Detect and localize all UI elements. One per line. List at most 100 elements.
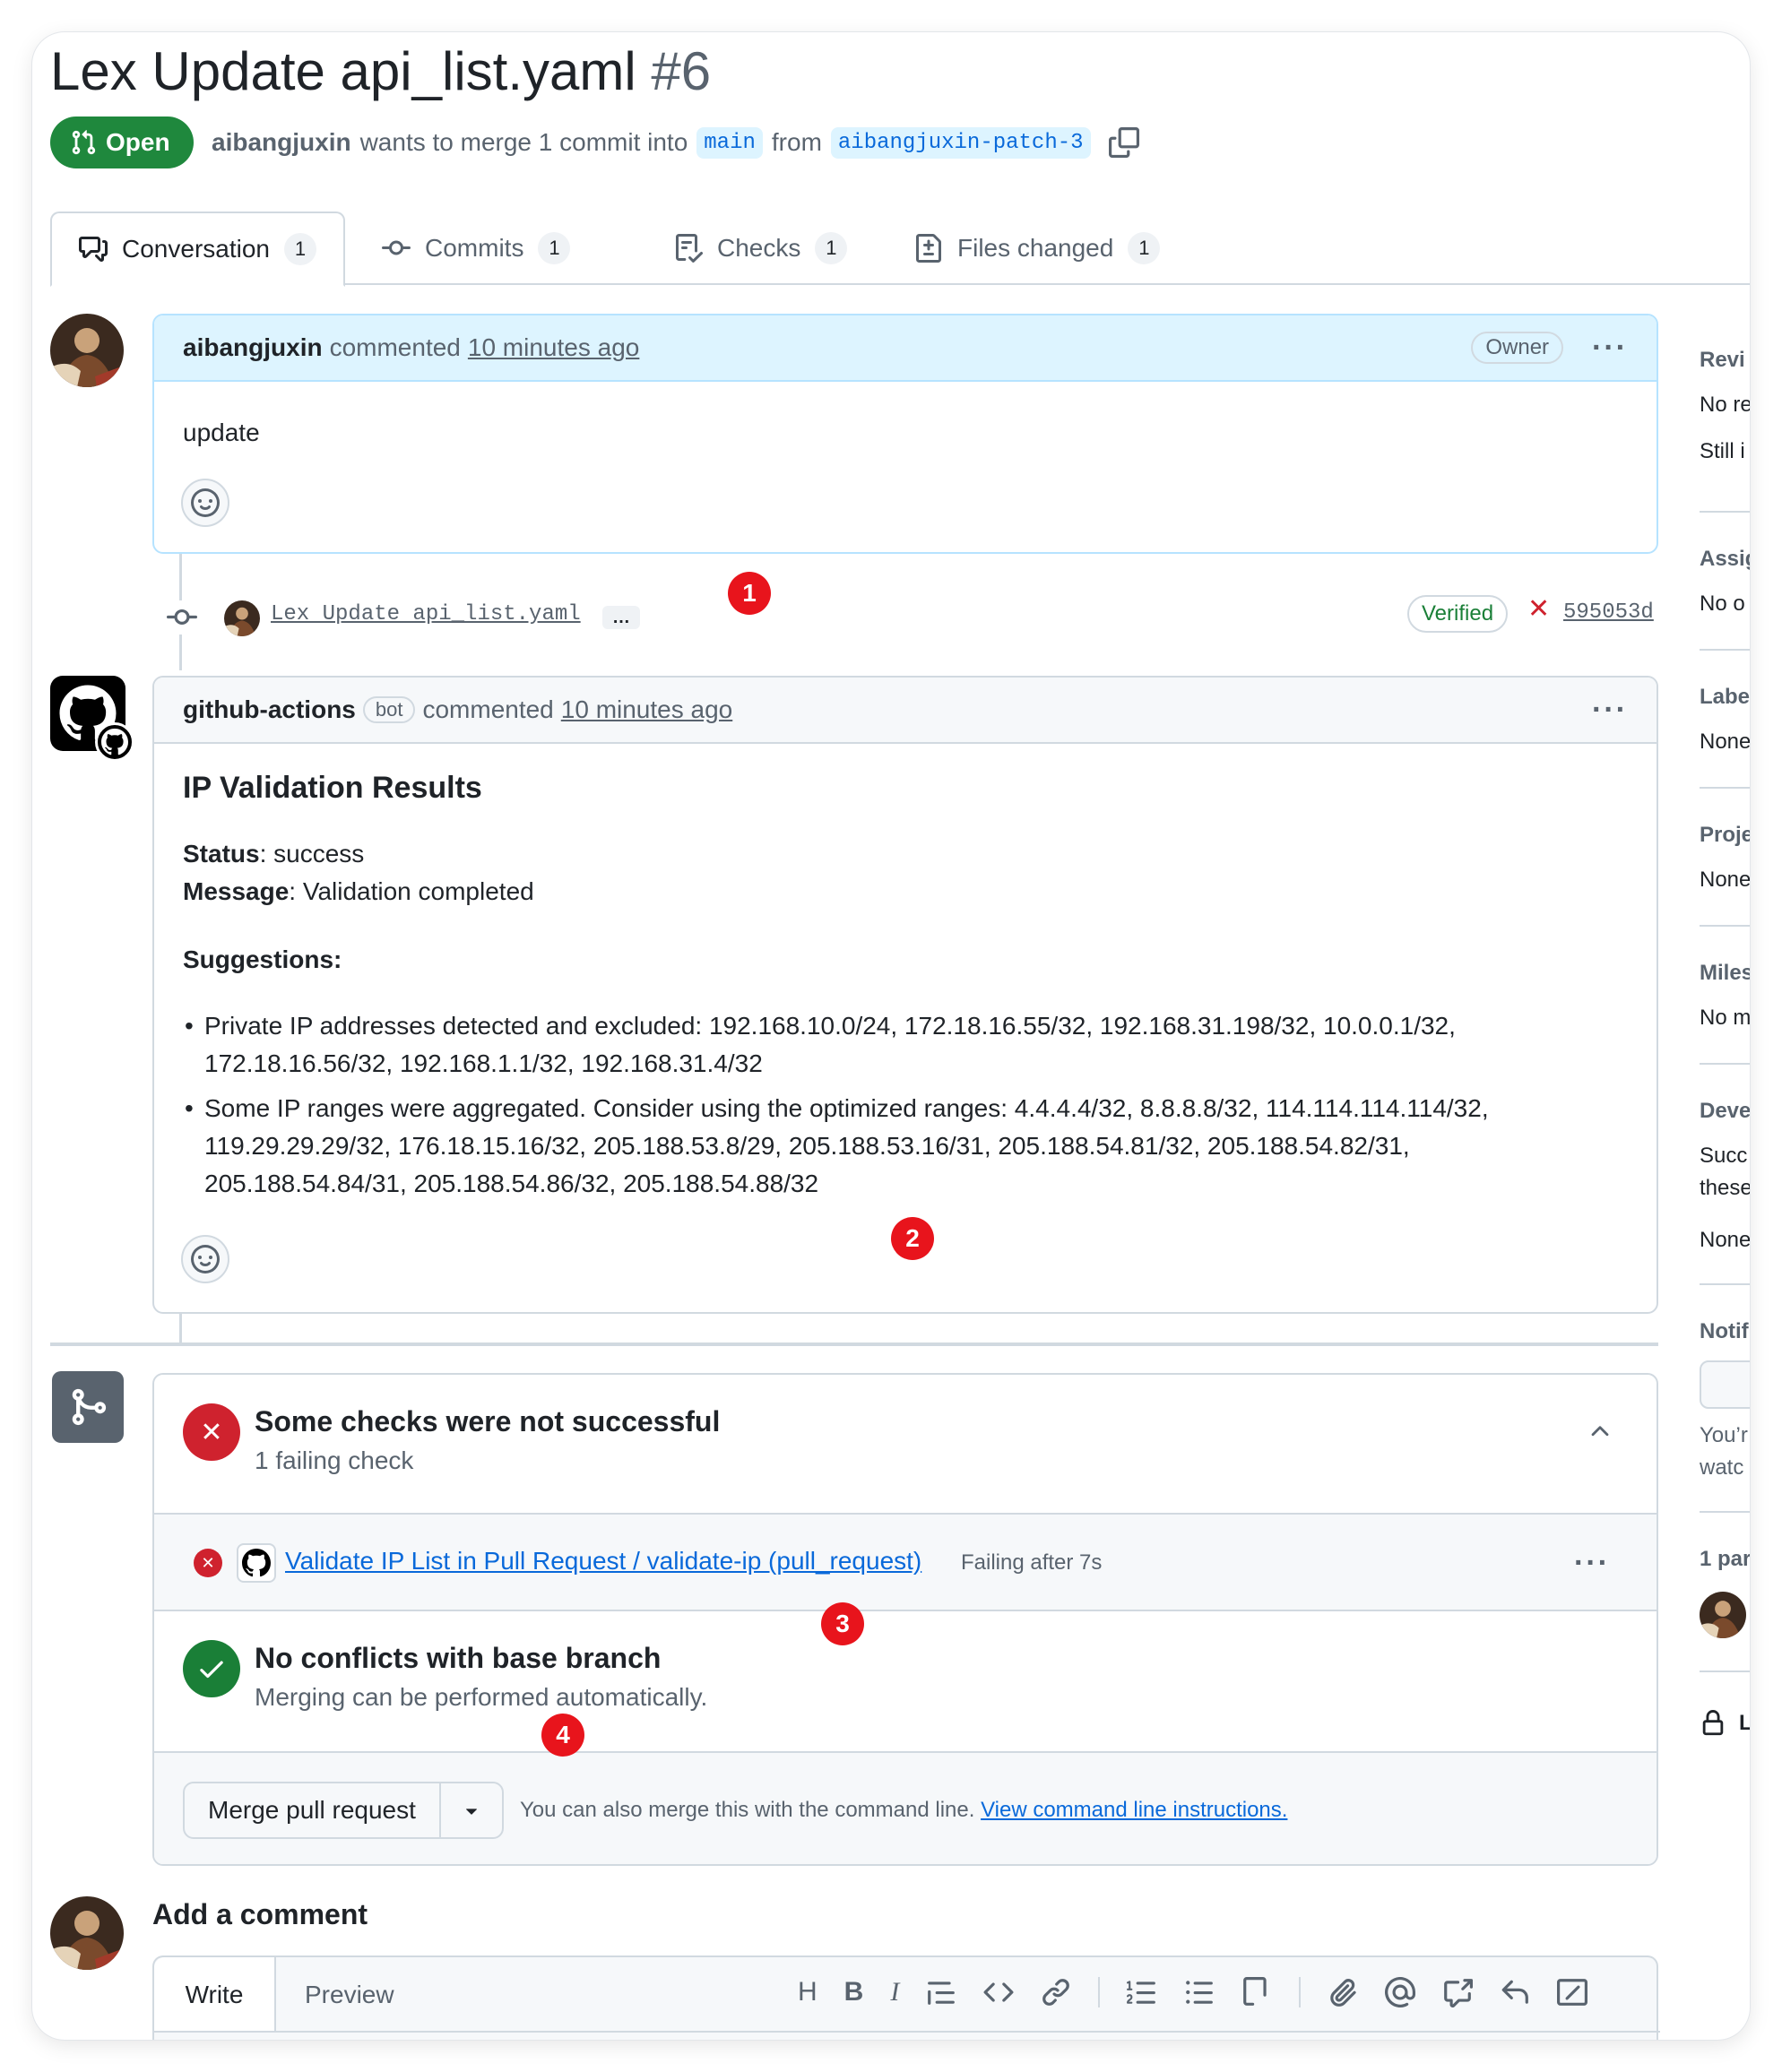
sidebar-assignees-heading[interactable]: Assig [1700, 547, 1750, 572]
sidebar-projects-heading[interactable]: Proje [1700, 823, 1750, 848]
pull-request-icon [72, 130, 96, 155]
sidebar-participants-heading: 1 par [1700, 1547, 1750, 1571]
sidebar-labels-heading[interactable]: Labe [1700, 685, 1750, 710]
subscribe-button[interactable] [1700, 1360, 1750, 1409]
reply-icon[interactable] [1500, 1977, 1530, 2007]
merge-pull-request-button[interactable]: Merge pull request [185, 1783, 441, 1837]
merge-method-dropdown[interactable] [441, 1783, 502, 1837]
commit-message-link[interactable]: Lex Update api_list.yaml [271, 602, 581, 626]
collapse-button[interactable] [1587, 1418, 1613, 1449]
verified-badge[interactable]: Verified [1407, 595, 1509, 633]
check-circle-icon [183, 1640, 240, 1697]
list-item-line: Some IP ranges were aggregated. Consider… [204, 1094, 1489, 1122]
sidebar-divider [1700, 925, 1750, 927]
comment-author-link[interactable]: github-actions [183, 695, 356, 724]
owner-label: Owner [1471, 332, 1564, 364]
base-branch[interactable]: main [696, 126, 763, 159]
comment-author-link[interactable]: aibangjuxin [183, 333, 323, 362]
mention-icon[interactable] [1385, 1977, 1416, 2007]
checklist-icon [676, 234, 703, 263]
toolbar-divider [1299, 1977, 1302, 2007]
cross-reference-icon[interactable] [1442, 1977, 1474, 2007]
sidebar-reviewers-note: Still i [1700, 439, 1745, 463]
commit-expand-button[interactable]: … [602, 606, 640, 629]
sidebar-divider [1700, 1063, 1750, 1065]
github-actions-icon [237, 1543, 276, 1583]
pr-author-link[interactable]: aibangjuxin [212, 128, 351, 157]
github-mark-icon [242, 1549, 271, 1577]
head-branch[interactable]: aibangjuxin-patch-3 [830, 126, 1091, 159]
tab-files-changed[interactable]: Files changed 1 [914, 212, 1161, 285]
quote-icon[interactable] [926, 1977, 956, 2007]
sidebar-development-heading[interactable]: Deve [1700, 1099, 1750, 1124]
timeline-line [179, 1312, 182, 1346]
tab-counter: 1 [815, 232, 848, 264]
lock-text: L [1739, 1711, 1750, 1735]
comment-body: update [183, 419, 260, 446]
check-options-button[interactable]: ··· [1574, 1548, 1610, 1578]
cli-instructions-link[interactable]: View command line instructions. [981, 1798, 1287, 1822]
commit-sha-link[interactable]: 595053d [1563, 600, 1654, 625]
sidebar-divider [1700, 649, 1750, 651]
unordered-list-icon[interactable] [1184, 1977, 1215, 2007]
comment-options-button[interactable]: ··· [1592, 695, 1628, 725]
triangle-down-icon [466, 1809, 477, 1815]
status-badge: Open [50, 117, 194, 168]
sidebar-projects-text: None [1700, 868, 1750, 892]
commit-icon [167, 609, 197, 625]
suggestions-heading: Suggestions: [183, 945, 342, 973]
annotation-marker: 1 [728, 572, 771, 615]
paperclip-icon[interactable] [1328, 1977, 1358, 2007]
heading-icon[interactable]: H [798, 1977, 817, 2007]
tab-preview[interactable]: Preview [305, 1957, 394, 2033]
link-icon[interactable] [1041, 1977, 1071, 2007]
github-mark-icon [101, 729, 128, 755]
sidebar-development-text: Succ [1700, 1144, 1748, 1168]
slash-command-icon[interactable] [1557, 1977, 1588, 2007]
copy-icon[interactable] [1108, 127, 1139, 158]
tab-write[interactable]: Write [154, 1957, 276, 2033]
add-reaction-button[interactable] [181, 1235, 229, 1283]
comment-time-link[interactable]: 10 minutes ago [468, 333, 639, 362]
tab-label: Checks [717, 234, 801, 262]
avatar[interactable] [50, 314, 124, 387]
sidebar-divider [1700, 1671, 1750, 1672]
comment-heading: IP Validation Results [183, 771, 482, 805]
code-icon[interactable] [983, 1977, 1014, 2007]
avatar-image [50, 314, 124, 387]
comment-action: commented [329, 333, 461, 361]
bot-label: bot [362, 696, 416, 723]
tab-conversation[interactable]: Conversation 1 [50, 212, 345, 287]
tab-counter: 1 [538, 232, 571, 264]
tab-checks[interactable]: Checks 1 [674, 212, 848, 285]
sidebar-notifications-heading: Notif [1700, 1319, 1749, 1343]
chevron-up-icon [1591, 1426, 1609, 1437]
add-reaction-button[interactable] [181, 479, 229, 527]
lock-icon [1702, 1710, 1724, 1736]
bold-icon[interactable]: B [844, 1977, 864, 2007]
merge-box: ✕ Some checks were not successful 1 fail… [152, 1373, 1658, 1866]
status-value: : success [259, 840, 365, 868]
list-item-line: 119.29.29.29/32, 176.18.15.16/32, 205.18… [204, 1132, 1410, 1160]
sidebar-reviewers-heading[interactable]: Revi [1700, 348, 1745, 373]
sidebar-milestone-heading[interactable]: Miles [1700, 961, 1750, 986]
ordered-list-icon[interactable] [1127, 1977, 1157, 2007]
sidebar-divider [1700, 511, 1750, 513]
check-details-link[interactable]: Validate IP List in Pull Request / valid… [285, 1547, 921, 1576]
avatar[interactable] [50, 1896, 124, 1970]
sidebar-reviewers-text: No re [1700, 393, 1750, 417]
italic-icon[interactable]: I [890, 1977, 899, 2007]
lock-conversation-link[interactable]: L [1700, 1710, 1750, 1737]
comment-time-link[interactable]: 10 minutes ago [561, 695, 732, 724]
participant-avatar[interactable] [1700, 1592, 1746, 1638]
x-icon[interactable]: ✕ [1527, 593, 1550, 625]
sidebar-notifications-text: You’r [1700, 1423, 1748, 1447]
tab-commits[interactable]: Commits 1 [382, 212, 571, 285]
x-circle-icon: ✕ [183, 1403, 240, 1461]
comment-discussion-icon [79, 237, 108, 262]
annotation-marker: 4 [541, 1714, 584, 1757]
commit-node [165, 600, 199, 635]
comment-options-button[interactable]: ··· [1592, 332, 1628, 363]
tasklist-icon[interactable] [1241, 1977, 1272, 2007]
commit-author-avatar[interactable] [224, 600, 260, 636]
